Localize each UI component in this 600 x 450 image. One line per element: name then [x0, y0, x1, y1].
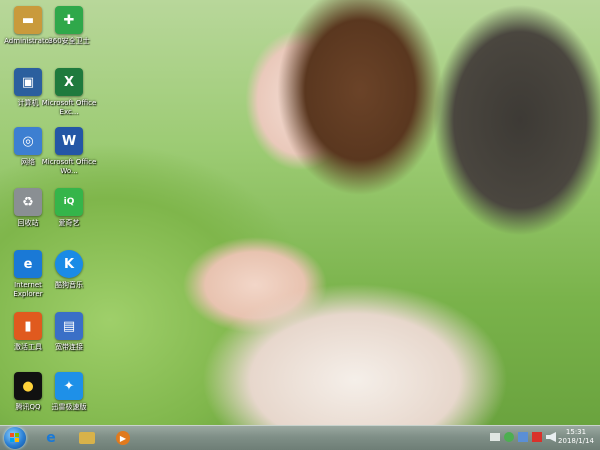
- desktop-wallpaper: ▬ Administrator ▣ 计算机 ◎ 网络 ♻ 回收站 e Inter…: [0, 0, 600, 426]
- desktop-icon-label: 360安全卫士: [48, 37, 90, 45]
- desktop-icon-broadband[interactable]: ▤ 宽带连接: [41, 312, 97, 352]
- recycle-bin-icon: ♻: [14, 188, 42, 216]
- desktop-icon-label: Microsoft Office Wo...: [41, 158, 97, 175]
- 360-safe-icon: ✚: [55, 6, 83, 34]
- internet-explorer-icon: e: [46, 430, 56, 446]
- taskbar-media-player-button[interactable]: ▶: [110, 428, 136, 448]
- network-status-icon[interactable]: [518, 432, 528, 442]
- internet-explorer-icon: e: [14, 250, 42, 278]
- desktop-icon-kugou[interactable]: K 酷狗音乐: [41, 250, 97, 290]
- network-icon: ◎: [14, 127, 42, 155]
- desktop-icon-label: Microsoft Office Exc...: [41, 99, 97, 116]
- system-tray: [490, 432, 556, 444]
- desktop-icon-excel[interactable]: X Microsoft Office Exc...: [41, 68, 97, 117]
- tray-security-icon[interactable]: [504, 432, 514, 442]
- clock-time: 15:31: [565, 428, 587, 436]
- activation-tool-icon: ▮: [14, 312, 42, 340]
- qq-icon: ●: [14, 372, 42, 400]
- xunlei-icon: ✦: [55, 372, 83, 400]
- windows-logo: [10, 433, 20, 443]
- volume-icon[interactable]: [546, 432, 556, 442]
- word-icon: W: [55, 127, 83, 155]
- taskbar-explorer-button[interactable]: [74, 428, 100, 448]
- taskbar-clock[interactable]: 15:31 2018/1/14: [556, 428, 596, 446]
- desktop-icon-label: 宽带连接: [55, 343, 83, 351]
- windows-start-icon[interactable]: [4, 427, 26, 449]
- kugou-icon: K: [55, 250, 83, 278]
- excel-icon: X: [55, 68, 83, 96]
- flag-alert-icon[interactable]: [532, 432, 542, 442]
- taskbar: e ▶ 15:31 2018/1/14: [0, 425, 600, 450]
- desktop-icon-label: 爱奇艺: [58, 219, 80, 227]
- broadband-icon: ▤: [55, 312, 83, 340]
- clock-date: 2018/1/14: [558, 437, 594, 445]
- tray-expand-icon[interactable]: [490, 433, 500, 441]
- desktop-icon-iqiyi[interactable]: iQ 爱奇艺: [41, 188, 97, 228]
- media-player-icon: ▶: [116, 431, 130, 445]
- computer-icon: ▣: [14, 68, 42, 96]
- taskbar-ie-button[interactable]: e: [38, 428, 64, 448]
- iqiyi-icon: iQ: [55, 188, 83, 216]
- desktop-icon-label: 酷狗音乐: [55, 281, 83, 289]
- folder-icon: ▬: [14, 6, 42, 34]
- folder-icon: [79, 432, 95, 444]
- desktop-icon-word[interactable]: W Microsoft Office Wo...: [41, 127, 97, 176]
- desktop-icon-360-safe[interactable]: ✚ 360安全卫士: [41, 6, 97, 46]
- desktop-icon-label: 迅雷极速版: [51, 403, 87, 411]
- desktop-icon-xunlei[interactable]: ✦ 迅雷极速版: [41, 372, 97, 412]
